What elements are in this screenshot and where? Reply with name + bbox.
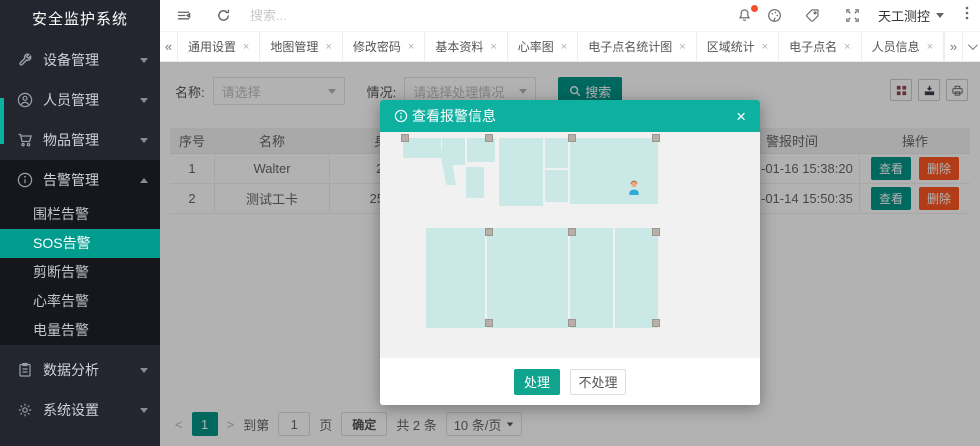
- sidebar: 安全监护系统 设备管理 人员管理 物品管理 告警管理 围栏告警 SOS告警 剪: [0, 0, 160, 446]
- floorplan-room: [570, 228, 613, 328]
- user-menu[interactable]: 天工测控: [868, 6, 954, 25]
- chevron-down-icon: [140, 408, 148, 413]
- floorplan-room: [426, 228, 485, 328]
- floorplan-room: [545, 170, 568, 202]
- fullscreen-icon[interactable]: [838, 0, 868, 32]
- sidebar-item-items[interactable]: 物品管理: [0, 120, 160, 160]
- sidebar-item-data-analysis[interactable]: 数据分析: [0, 350, 160, 390]
- chevron-down-icon: [140, 138, 148, 143]
- tab-basic-info[interactable]: 基本资料×: [425, 32, 507, 61]
- floorplan-room: [615, 228, 658, 328]
- tab-change-password[interactable]: 修改密码×: [343, 32, 425, 61]
- tab-rollcall[interactable]: 电子点名×: [779, 32, 861, 61]
- gear-icon: [17, 402, 33, 418]
- tab-general-settings[interactable]: 通用设置×: [178, 32, 260, 61]
- tabs-menu-chevron[interactable]: [962, 32, 980, 61]
- close-icon[interactable]: ×: [762, 41, 768, 53]
- chevron-down-icon: [140, 58, 148, 63]
- tab-area-stats[interactable]: 区域统计×: [697, 32, 779, 61]
- sidebar-subitem-heartrate-alarm[interactable]: 心率告警: [0, 287, 160, 316]
- anchor-handle[interactable]: [485, 319, 493, 327]
- sidebar-subitem-sos-alarm[interactable]: SOS告警: [0, 229, 160, 258]
- info-circle-icon: [394, 109, 408, 123]
- sidebar-item-device[interactable]: 设备管理: [0, 40, 160, 80]
- sidebar-subitem-cut-alarm[interactable]: 剪断告警: [0, 258, 160, 287]
- tag-icon[interactable]: [798, 0, 828, 32]
- topbar: 天工测控: [160, 0, 980, 32]
- tab-bar: « 通用设置× 地图管理× 修改密码× 基本资料× 心率图× 电子点名统计图× …: [160, 32, 980, 62]
- handle-button[interactable]: 处理: [514, 369, 560, 395]
- anchor-handle[interactable]: [485, 228, 493, 236]
- floorplan: [380, 132, 760, 358]
- sidebar-subitem-fence-alarm[interactable]: 围栏告警: [0, 200, 160, 229]
- close-icon[interactable]: ×: [325, 41, 331, 53]
- tabs-scroll-left[interactable]: «: [160, 32, 178, 61]
- floorplan-room: [499, 138, 543, 206]
- user-icon: [17, 92, 33, 108]
- floorplan-room: [442, 138, 465, 165]
- chevron-down-icon: [140, 98, 148, 103]
- no-handle-button[interactable]: 不处理: [570, 369, 626, 395]
- chevron-up-icon: [140, 178, 148, 183]
- tab-map-management[interactable]: 地图管理×: [260, 32, 342, 61]
- sidebar-item-settings[interactable]: 系统设置: [0, 390, 160, 430]
- anchor-handle[interactable]: [652, 228, 660, 236]
- more-menu-icon[interactable]: [954, 5, 980, 26]
- info-circle-icon: [17, 172, 33, 188]
- chevron-down-icon: [936, 13, 944, 18]
- tab-rollcall-stats[interactable]: 电子点名统计图×: [578, 32, 696, 61]
- floorplan-room: [487, 228, 568, 328]
- close-icon[interactable]: ×: [927, 41, 933, 53]
- refresh-icon[interactable]: [208, 0, 238, 32]
- collapse-sidebar-icon[interactable]: [168, 0, 198, 32]
- theme-palette-icon[interactable]: [760, 0, 790, 32]
- tab-heartrate-chart[interactable]: 心率图×: [508, 32, 578, 61]
- anchor-handle[interactable]: [568, 319, 576, 327]
- sidebar-group-alarm: 告警管理 围栏告警 SOS告警 剪断告警 心率告警 电量告警: [0, 160, 160, 345]
- tabs-scroll-right[interactable]: »: [944, 32, 962, 61]
- chevron-down-icon: [140, 368, 148, 373]
- close-icon[interactable]: ×: [844, 41, 850, 53]
- floorplan-room: [545, 138, 568, 168]
- global-search-input[interactable]: [250, 8, 510, 23]
- anchor-handle[interactable]: [401, 134, 409, 142]
- close-icon[interactable]: ×: [561, 41, 567, 53]
- notification-dot: [751, 5, 758, 12]
- close-icon[interactable]: ×: [408, 41, 414, 53]
- anchor-handle[interactable]: [568, 134, 576, 142]
- sidebar-subitem-battery-alarm[interactable]: 电量告警: [0, 316, 160, 345]
- tab-personnel-info[interactable]: 人员信息×: [862, 32, 944, 61]
- modal-close-icon[interactable]: ×: [736, 108, 746, 125]
- main-content: 名称: 请选择 情况: 请选择处理情况 搜索 序号 名称 身份: [160, 62, 980, 446]
- person-marker-icon[interactable]: [628, 180, 640, 200]
- anchor-handle[interactable]: [485, 134, 493, 142]
- anchor-handle[interactable]: [652, 134, 660, 142]
- view-alarm-modal: 查看报警信息 ×: [380, 100, 760, 405]
- modal-title: 查看报警信息: [394, 106, 496, 126]
- close-icon[interactable]: ×: [243, 41, 249, 53]
- sidebar-item-personnel[interactable]: 人员管理: [0, 80, 160, 120]
- app-title: 安全监护系统: [0, 0, 160, 40]
- clipboard-icon: [17, 362, 33, 378]
- close-icon[interactable]: ×: [490, 41, 496, 53]
- modal-footer: 处理 不处理: [380, 358, 760, 405]
- cart-icon: [17, 132, 33, 148]
- anchor-handle[interactable]: [568, 228, 576, 236]
- notifications-bell-icon[interactable]: [730, 0, 760, 32]
- chevron-down-icon: [968, 40, 978, 50]
- wrench-icon: [17, 52, 33, 68]
- username: 天工测控: [878, 6, 930, 25]
- floorplan-room: [466, 167, 484, 198]
- floorplan-room: [570, 138, 658, 204]
- sidebar-scrollbar[interactable]: [0, 98, 4, 144]
- close-icon[interactable]: ×: [679, 41, 685, 53]
- modal-header: 查看报警信息 ×: [380, 100, 760, 132]
- sidebar-item-alarm[interactable]: 告警管理: [0, 160, 160, 200]
- anchor-handle[interactable]: [652, 319, 660, 327]
